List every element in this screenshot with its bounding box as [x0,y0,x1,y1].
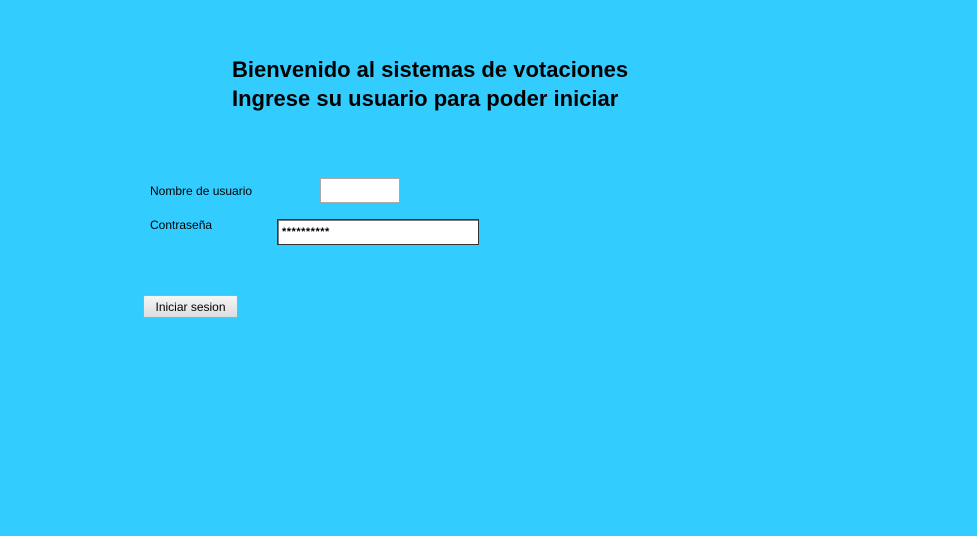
login-page: { "header": { "welcome": "Bienvenido al … [0,0,977,536]
password-label: Contraseña [150,218,213,232]
password-input[interactable] [277,219,479,245]
welcome-heading: Bienvenido al sistemas de votaciones [232,57,629,82]
instruction-heading: Ingrese su usuario para poder iniciar [232,86,619,111]
username-label: Nombre de usuario [150,184,253,198]
login-button[interactable]: Iniciar sesion [143,295,238,318]
username-input[interactable] [320,178,400,203]
